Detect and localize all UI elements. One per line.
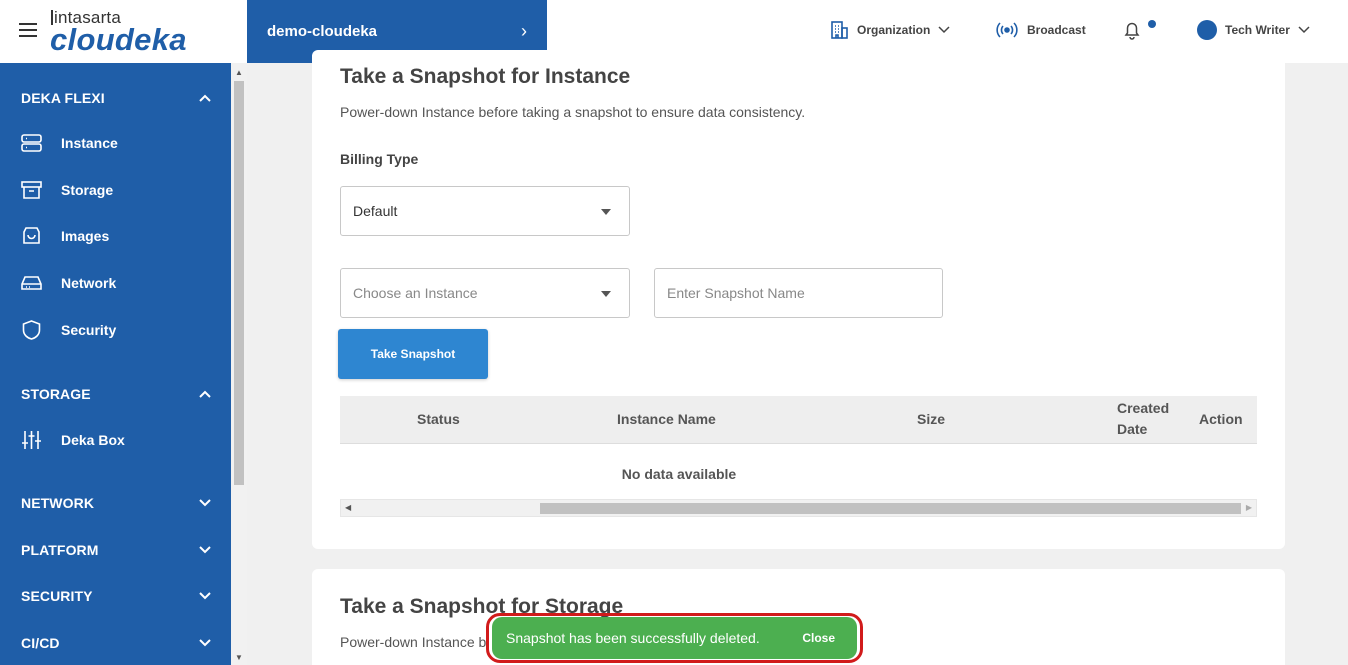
instance-select[interactable]: Choose an Instance (340, 268, 630, 318)
sidebar-section-cicd[interactable]: CI/CD (21, 635, 211, 651)
chevron-down-icon (199, 639, 211, 647)
column-header-status[interactable]: Status (417, 411, 460, 427)
table-empty-message: No data available (621, 466, 737, 482)
scrollbar-thumb[interactable] (234, 81, 244, 485)
toast-close-button[interactable]: Close (802, 631, 835, 645)
chevron-up-icon (199, 390, 211, 398)
sidebar-item-label: Images (61, 228, 110, 244)
sidebar-item-label: Security (61, 322, 117, 338)
notification-badge (1148, 20, 1156, 28)
chevron-down-icon (1298, 26, 1310, 34)
sliders-icon (22, 431, 41, 449)
sidebar-item-instance[interactable]: Instance (21, 134, 221, 152)
section-label: NETWORK (21, 495, 95, 511)
user-name: Tech Writer (1225, 23, 1290, 37)
take-snapshot-button[interactable]: Take Snapshot (338, 329, 488, 379)
instance-select-placeholder: Choose an Instance (353, 285, 478, 301)
scroll-left-icon[interactable]: ◀ (345, 503, 351, 512)
billing-type-label: Billing Type (340, 151, 419, 167)
menu-icon[interactable] (19, 23, 37, 37)
column-header-date[interactable]: Date (1117, 421, 1147, 437)
sidebar-section-security[interactable]: SECURITY (21, 588, 211, 604)
table-horizontal-scrollbar[interactable]: ◀ ▶ (340, 499, 1257, 517)
scroll-up-icon[interactable]: ▲ (235, 68, 243, 77)
archive-icon (21, 181, 42, 199)
caret-down-icon (601, 291, 611, 297)
project-name: demo-cloudeka (267, 23, 378, 40)
scroll-right-icon[interactable]: ▶ (1246, 503, 1252, 512)
column-header-size[interactable]: Size (917, 411, 945, 427)
sidebar-section-network[interactable]: NETWORK (21, 495, 211, 511)
sidebar-item-network[interactable]: Network (21, 274, 221, 292)
shield-icon (22, 320, 41, 340)
server-icon (21, 134, 42, 152)
avatar (1197, 20, 1217, 40)
user-menu[interactable]: Tech Writer (1197, 20, 1310, 40)
sidebar-item-images[interactable]: Images (21, 227, 221, 245)
sidebar: DEKA FLEXI Instance Storage Images Netwo… (0, 63, 231, 665)
sidebar-item-label: Network (61, 275, 117, 291)
section-label: PLATFORM (21, 542, 99, 558)
chevron-down-icon (199, 546, 211, 554)
hard-drive-icon (21, 276, 42, 290)
section-label: DEKA FLEXI (21, 90, 105, 106)
broadcast-menu[interactable]: Broadcast (995, 20, 1086, 40)
chevron-up-icon (199, 94, 211, 102)
sidebar-item-deka-box[interactable]: Deka Box (21, 430, 221, 450)
sidebar-item-security[interactable]: Security (21, 320, 221, 340)
billing-type-select[interactable]: Default (340, 186, 630, 236)
section-label: STORAGE (21, 386, 91, 402)
organization-menu[interactable]: Organization (829, 20, 950, 40)
section-label: CI/CD (21, 635, 60, 651)
chevron-right-icon: › (521, 21, 527, 41)
instance-snapshot-description: Power-down Instance before taking a snap… (340, 104, 806, 120)
broadcast-icon (996, 22, 1018, 38)
sidebar-item-label: Storage (61, 182, 114, 198)
chevron-down-icon (199, 592, 211, 600)
toast-message: Snapshot has been successfully deleted. (506, 630, 760, 646)
sidebar-section-deka-flexi[interactable]: DEKA FLEXI (21, 90, 211, 106)
organization-label: Organization (857, 23, 931, 37)
snapshot-name-input[interactable] (654, 268, 943, 318)
chevron-down-icon (938, 26, 950, 34)
sidebar-item-label: Deka Box (61, 432, 125, 448)
chevron-down-icon (199, 499, 211, 507)
broadcast-label: Broadcast (1027, 23, 1086, 37)
success-toast: Snapshot has been successfully deleted. … (492, 617, 857, 659)
notification-button[interactable] (1123, 20, 1141, 40)
storage-snapshot-description: Power-down Instance b (340, 634, 487, 650)
sidebar-item-label: Instance (61, 135, 118, 151)
sidebar-item-storage[interactable]: Storage (21, 181, 221, 199)
column-header-created[interactable]: Created (1117, 400, 1169, 416)
image-icon (23, 227, 40, 244)
section-label: SECURITY (21, 588, 93, 604)
page-title: Take a Snapshot for Instance (340, 65, 631, 88)
sidebar-section-platform[interactable]: PLATFORM (21, 542, 211, 558)
billing-type-value: Default (353, 203, 398, 219)
column-header-action: Action (1199, 411, 1243, 427)
sidebar-scrollbar[interactable]: ▲ ▼ (231, 63, 247, 665)
building-icon (831, 21, 848, 39)
scrollbar-thumb[interactable] (540, 503, 1241, 514)
sidebar-section-storage[interactable]: STORAGE (21, 386, 211, 402)
bell-icon (1124, 22, 1140, 40)
caret-down-icon (601, 209, 611, 215)
column-header-instance-name[interactable]: Instance Name (617, 411, 716, 427)
logo[interactable]: cloudeka (50, 22, 187, 58)
scroll-down-icon[interactable]: ▼ (235, 653, 243, 662)
